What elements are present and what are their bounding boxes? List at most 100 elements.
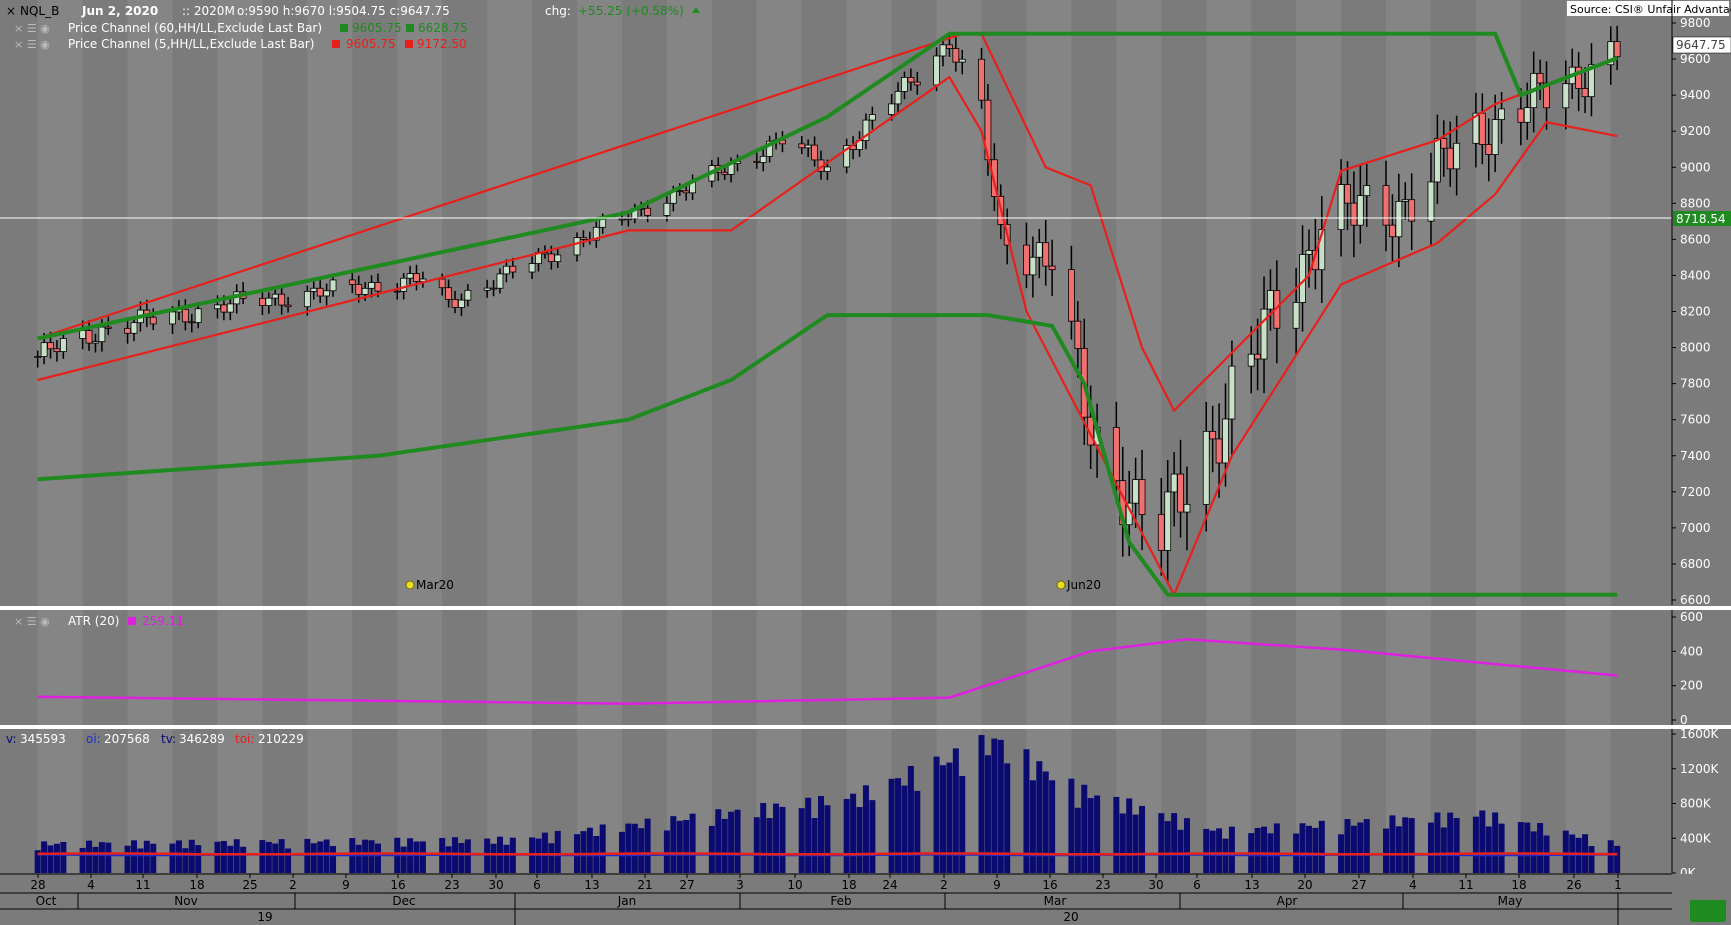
day-tick-label: 18: [1511, 878, 1526, 892]
week-stripe: [1296, 0, 1342, 873]
source-label: Source: CSI® Unfair Advantage®: [1570, 3, 1731, 16]
candle-body: [933, 55, 940, 86]
volume-bar: [1074, 807, 1081, 873]
volume-bar: [1126, 798, 1133, 873]
volume-bar: [1113, 796, 1120, 873]
candle-body: [194, 308, 202, 323]
volume-bar: [907, 765, 914, 873]
volume-bar: [1607, 840, 1614, 873]
candle-body: [490, 287, 497, 290]
panel-separator[interactable]: [0, 606, 1731, 610]
candle-body: [149, 316, 157, 325]
atr-tick-label: 600: [1680, 610, 1703, 624]
volume-bar: [1562, 830, 1569, 873]
candle-body: [1023, 244, 1030, 276]
volume-bar: [220, 840, 227, 873]
volume-bar: [715, 809, 722, 873]
week-stripe: [307, 0, 353, 873]
close-x-icon[interactable]: ×: [6, 4, 16, 18]
day-tick-label: 3: [736, 878, 744, 892]
legend-pc5-swatch-2: [405, 40, 413, 48]
candle-body: [98, 326, 106, 343]
candle-body: [1267, 290, 1274, 310]
volume-bar: [901, 785, 908, 873]
volume-bar: [1029, 780, 1036, 873]
volume-bar: [1177, 829, 1184, 873]
candle-body: [458, 299, 465, 308]
candle-body: [624, 218, 632, 221]
candle-body: [682, 190, 690, 194]
candle-body: [811, 144, 818, 161]
month-label: Oct: [36, 894, 57, 908]
volume-bar: [458, 842, 465, 873]
candle-body: [502, 265, 510, 275]
day-tick-label: 25: [242, 878, 257, 892]
csi-logo-icon: [1690, 900, 1726, 922]
volume-bar: [150, 843, 157, 873]
volume-bar: [760, 802, 767, 873]
volume-bar: [214, 841, 221, 873]
day-tick-label: 13: [584, 878, 599, 892]
candle-body: [599, 218, 607, 228]
candle-body: [323, 290, 331, 297]
candle-body: [1222, 418, 1229, 464]
candle-body: [1202, 430, 1210, 505]
volume-bar: [914, 790, 921, 873]
legend-pc60-v2: 6628.75: [418, 21, 468, 35]
volume-bar: [580, 831, 587, 873]
day-tick-label: 4: [1409, 878, 1417, 892]
time-axis[interactable]: 28 4 11 18 25 2 9 16 23 30 6 13 21 27 3 10 18 24 2 9 16 23 30 6…: [0, 873, 1731, 925]
volume-bar: [1472, 816, 1479, 873]
volume-bar: [1171, 813, 1178, 873]
candle-body: [1138, 479, 1146, 515]
volume-bar: [413, 841, 420, 873]
day-tick-label: 30: [1148, 878, 1163, 892]
panel-separator-2[interactable]: [0, 725, 1731, 729]
volume-bar: [317, 841, 324, 873]
volume-bar: [259, 840, 266, 873]
volume-bar: [265, 841, 272, 873]
volume-bar: [1440, 827, 1447, 873]
volume-bar: [1312, 827, 1319, 873]
legend-controls-icon[interactable]: × ☰ ◉: [14, 22, 50, 35]
vol-toi-value: 210229: [258, 732, 304, 746]
candle-body: [1389, 224, 1396, 238]
expiry-dot-icon-2: [1056, 580, 1066, 590]
volume-bar: [304, 838, 311, 873]
legend-pc60[interactable]: × ☰ ◉ Price Channel (60,HH/LL,Exclude La…: [14, 21, 468, 35]
day-tick-label: 23: [444, 878, 459, 892]
volume-bar: [368, 840, 375, 873]
candle-body: [888, 103, 896, 115]
vol-oi-label: oi:: [86, 732, 101, 746]
candle-body: [181, 308, 189, 323]
candle-body: [721, 171, 729, 175]
candle-body: [759, 155, 767, 163]
price-chart[interactable]: × NQL_B Jun 2, 2020 :: 2020M o:9590 h:96…: [0, 0, 1731, 925]
candle-body: [284, 304, 292, 308]
atr-tick-label: 0: [1680, 713, 1688, 727]
price-tick-label: 9600: [1680, 52, 1711, 66]
volume-bar: [721, 818, 728, 873]
candle-body: [1215, 438, 1223, 464]
candle-body: [1305, 249, 1313, 255]
legend-controls-icon-3[interactable]: × ☰ ◉: [14, 615, 50, 628]
candle-body: [92, 341, 99, 344]
legend-controls-icon-2[interactable]: × ☰ ◉: [14, 38, 50, 51]
price-tick-label: 8200: [1680, 305, 1711, 319]
csi-logo: [1690, 900, 1726, 922]
candle-body: [1183, 503, 1191, 513]
volume-bar: [683, 819, 690, 873]
candle-body: [1112, 426, 1120, 482]
volume-bar: [1492, 812, 1499, 873]
crosshair-price-value: 8718.54: [1676, 212, 1726, 226]
atr-legend[interactable]: × ☰ ◉ ATR (20) 259.11: [14, 614, 184, 628]
candle-body: [259, 297, 266, 306]
day-tick-label: 18: [841, 878, 856, 892]
volume-bar: [98, 842, 105, 873]
candle-body: [573, 237, 581, 256]
volume-bar: [939, 765, 946, 873]
volume-bar: [53, 843, 60, 873]
volume-bar: [1383, 828, 1390, 873]
volume-bar: [734, 809, 741, 873]
expiry-dot-icon: [405, 580, 415, 590]
